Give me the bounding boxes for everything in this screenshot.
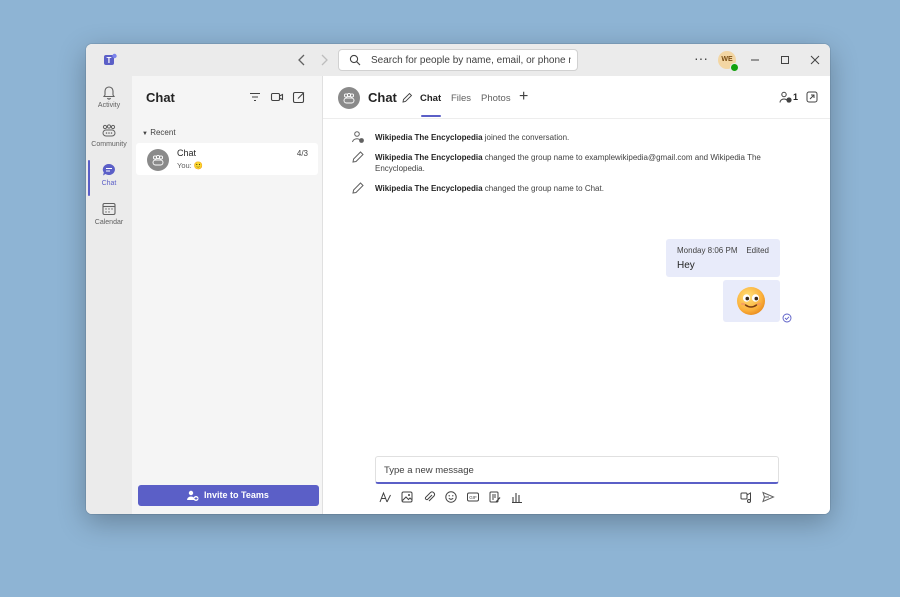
minimize-icon[interactable]	[747, 52, 763, 68]
invite-people-icon	[187, 490, 199, 501]
svg-text:GIF: GIF	[469, 495, 477, 500]
compose-box[interactable]	[375, 456, 779, 484]
group-icon	[152, 154, 164, 166]
search-input[interactable]	[371, 52, 571, 68]
group-avatar	[147, 149, 169, 171]
gif-icon[interactable]: GIF	[466, 490, 480, 504]
rail-item-activity[interactable]: Activity	[86, 82, 132, 118]
emoji-icon[interactable]	[444, 490, 458, 504]
emoji-message-bubble[interactable]	[723, 280, 780, 322]
chat-item-date: 4/3	[296, 149, 308, 158]
attach-icon[interactable]	[422, 490, 436, 504]
search-box[interactable]	[338, 49, 578, 71]
maximize-icon[interactable]	[777, 52, 793, 68]
conversation-pane: Chat Chat Files Photos + 1 Wikipedia The…	[323, 76, 830, 514]
person-added-icon	[352, 131, 364, 143]
title-bar: T ··· WE	[86, 44, 830, 76]
rail-label: Chat	[101, 180, 117, 187]
rail-label: Activity	[97, 102, 121, 109]
rail-label: Community	[91, 141, 127, 148]
pop-out-icon[interactable]	[806, 91, 818, 103]
participants-icon[interactable]	[779, 91, 793, 104]
video-call-icon[interactable]	[270, 90, 284, 104]
edit-name-icon[interactable]	[401, 92, 413, 104]
system-event: Wikipedia The Encyclopedia changed the g…	[375, 183, 775, 194]
conversation-header: Chat Chat Files Photos + 1	[323, 76, 830, 119]
chat-list-title: Chat	[146, 90, 175, 105]
search-icon	[349, 54, 361, 66]
chat-item-preview: You: 🙂	[177, 161, 204, 170]
recent-label: Recent	[150, 128, 176, 137]
svg-text:T: T	[107, 56, 112, 65]
calendar-icon	[102, 202, 116, 216]
add-tab-icon[interactable]: +	[519, 89, 528, 105]
back-icon[interactable]	[294, 52, 310, 68]
audio-message-icon[interactable]	[739, 490, 753, 504]
conversation-avatar	[338, 87, 360, 109]
bell-icon	[102, 86, 116, 100]
teams-window: T ··· WE Activity	[86, 44, 830, 514]
forward-icon[interactable]	[316, 52, 332, 68]
event-text: changed the group name to Chat.	[482, 184, 604, 193]
chat-icon	[102, 163, 115, 176]
invite-to-teams-button[interactable]: Invite to Teams	[138, 485, 319, 506]
community-icon	[102, 124, 116, 137]
format-icon[interactable]	[378, 490, 392, 504]
tab-chat[interactable]: Chat	[420, 93, 441, 104]
conversation-title: Chat	[368, 90, 397, 105]
smiley-emoji-icon	[737, 287, 765, 315]
message-text: Hey	[677, 260, 695, 271]
system-event: Wikipedia The Encyclopedia joined the co…	[375, 132, 775, 143]
group-icon	[343, 92, 355, 104]
chat-item-name: Chat	[177, 148, 197, 158]
more-options-icon[interactable]: ···	[692, 51, 710, 68]
system-event: Wikipedia The Encyclopedia changed the g…	[375, 152, 775, 174]
send-icon[interactable]	[761, 490, 775, 504]
presence-available-icon	[730, 63, 739, 72]
image-icon[interactable]	[400, 490, 414, 504]
loop-component-icon[interactable]	[488, 490, 502, 504]
invite-label: Invite to Teams	[204, 490, 269, 500]
chat-list-item[interactable]: Chat 4/3 You: 🙂	[136, 143, 318, 175]
recent-section-header[interactable]: ▼ Recent	[142, 128, 176, 137]
rail-item-chat[interactable]: Chat	[86, 160, 132, 196]
read-receipt-icon	[782, 313, 792, 323]
event-text: joined the conversation.	[482, 133, 570, 142]
rail-label: Calendar	[94, 219, 124, 226]
active-tab-indicator	[421, 115, 441, 117]
rename-pencil-icon	[352, 182, 364, 194]
chevron-down-icon: ▼	[142, 131, 148, 137]
close-icon[interactable]	[807, 52, 823, 68]
event-actor: Wikipedia The Encyclopedia	[375, 184, 483, 193]
chat-list-pane: Chat ▼ Recent Chat 4/3 You: 🙂 Invite to …	[132, 76, 323, 514]
rail-item-community[interactable]: Community	[86, 121, 132, 157]
event-actor: Wikipedia The Encyclopedia	[375, 153, 483, 162]
message-timestamp: Monday 8:06 PM	[677, 246, 738, 255]
message-bubble[interactable]: Monday 8:06 PM Edited Hey	[666, 239, 780, 277]
poll-icon[interactable]	[510, 490, 524, 504]
filter-icon[interactable]	[248, 90, 262, 104]
rail-item-calendar[interactable]: Calendar	[86, 199, 132, 235]
tab-photos[interactable]: Photos	[481, 93, 511, 104]
active-indicator	[88, 160, 90, 196]
new-chat-icon[interactable]	[292, 90, 306, 104]
message-input[interactable]	[384, 463, 764, 477]
teams-logo-icon: T	[104, 53, 117, 65]
participant-count: 1	[793, 92, 799, 102]
event-actor: Wikipedia The Encyclopedia	[375, 133, 483, 142]
edited-label: Edited	[746, 246, 769, 255]
app-rail: Activity Community Chat Calendar	[86, 76, 132, 514]
rename-pencil-icon	[352, 151, 364, 163]
tab-files[interactable]: Files	[451, 93, 471, 104]
